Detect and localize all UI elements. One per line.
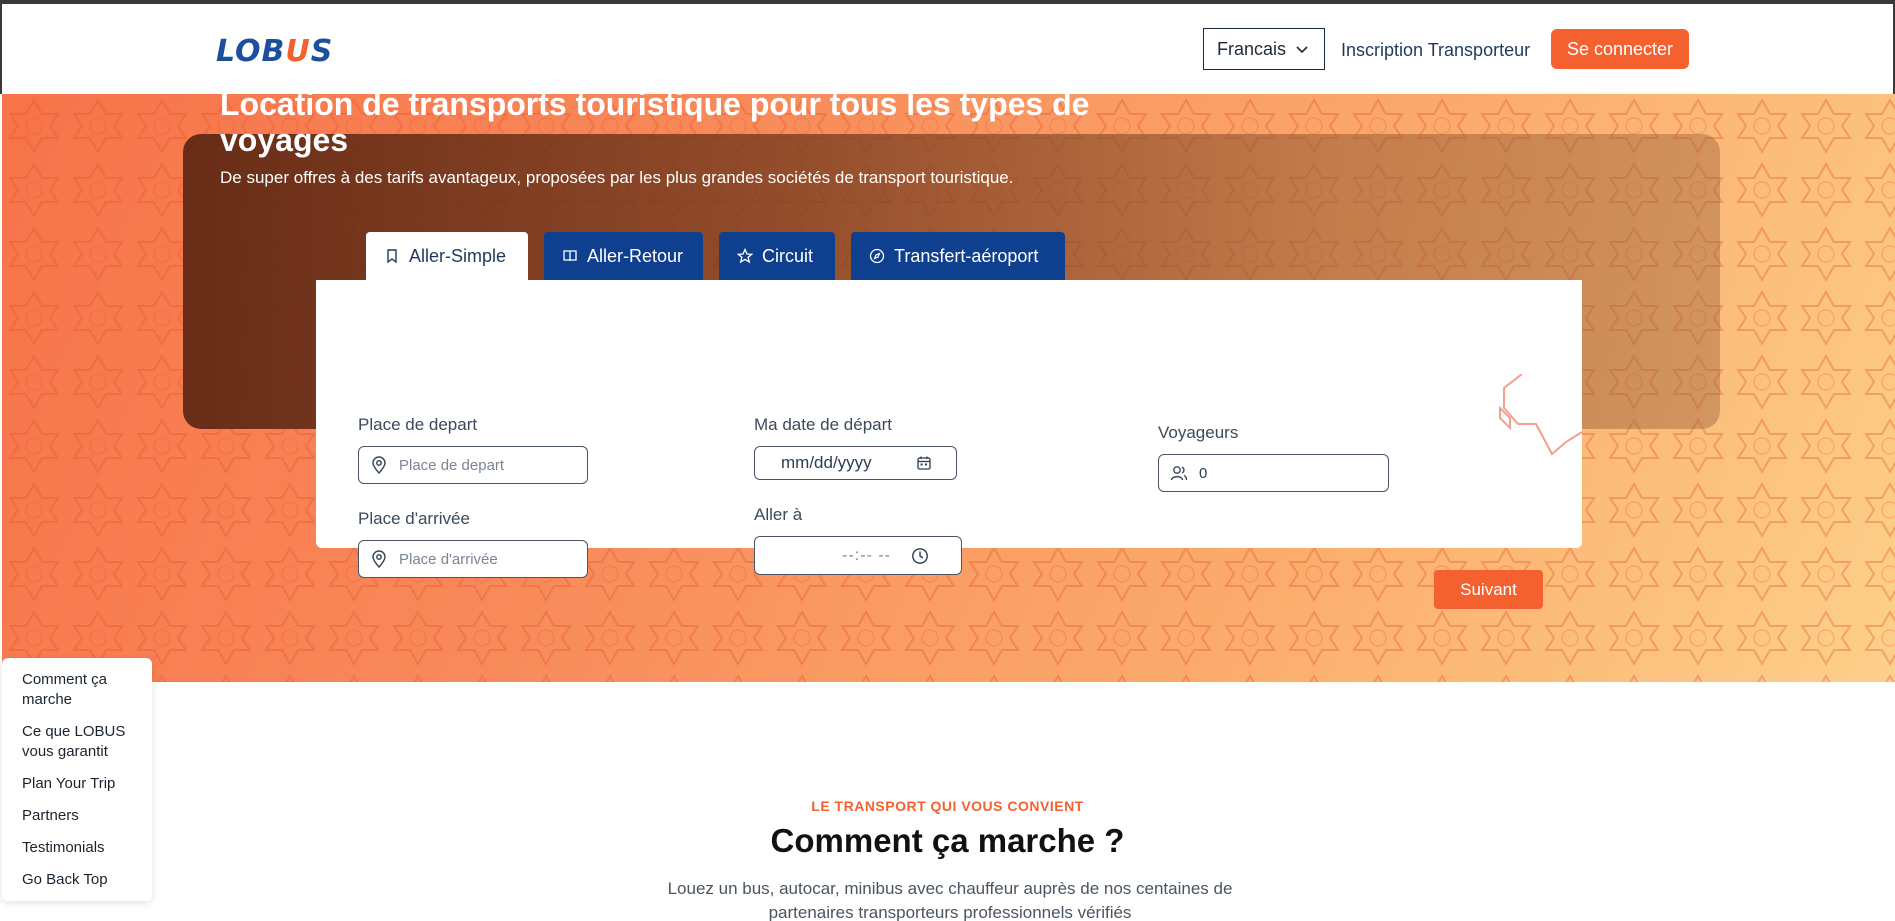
section-eyebrow: LE TRANSPORT QUI VOUS CONVIENT (811, 798, 1084, 814)
login-button[interactable]: Se connecter (1551, 29, 1689, 69)
tab-label: Aller-Simple (409, 245, 507, 266)
departure-label: Place de depart (358, 415, 478, 434)
section-side-nav: Comment ça marche Ce que LOBUS vous gara… (2, 658, 152, 901)
date-input[interactable]: mm/dd/yyyy (754, 446, 957, 480)
book-icon (563, 250, 577, 262)
site-header: LOBUS Francais Inscription Transporteur … (0, 4, 1895, 94)
hero-title: Location de transports touristique pour … (220, 86, 1090, 158)
next-button[interactable]: Suivant (1434, 570, 1543, 609)
decorative-corner-ornament (1499, 374, 1583, 456)
date-placeholder: mm/dd/yyyy (781, 453, 872, 472)
users-icon (1170, 466, 1188, 481)
tab-label: Aller-Retour (587, 245, 684, 266)
chevron-down-icon (1296, 46, 1308, 54)
side-nav-comment-ca-marche[interactable]: Comment ça marche (22, 670, 147, 710)
booking-form-card (316, 280, 1582, 548)
time-placeholder: --:-- -- (842, 546, 891, 564)
language-value: Francais (1217, 38, 1287, 59)
carrier-signup-link[interactable]: Inscription Transporteur (1341, 40, 1530, 61)
map-pin-icon (372, 456, 386, 475)
side-nav-guarantees[interactable]: Ce que LOBUS vous garantit (22, 722, 147, 762)
section-title: Comment ça marche ? (770, 822, 1125, 859)
tab-label: Circuit (762, 245, 814, 266)
section-description: Louez un bus, autocar, minibus avec chau… (667, 879, 1233, 921)
map-pin-icon (372, 550, 386, 569)
travelers-input[interactable]: 0 (1158, 454, 1389, 492)
arrival-label: Place d'arrivée (358, 509, 470, 528)
tab-transfert-aeroport[interactable]: Transfert-aéroport (851, 232, 1065, 280)
tab-aller-retour[interactable]: Aller-Retour (544, 232, 703, 280)
date-label: Ma date de départ (754, 415, 892, 434)
side-nav-go-back-top[interactable]: Go Back Top (22, 870, 147, 890)
departure-placeholder: Place de depart (399, 456, 505, 474)
arrival-placeholder: Place d'arrivée (399, 550, 498, 568)
lobus-logo[interactable]: LOBUS (216, 34, 333, 69)
bookmark-icon (387, 249, 397, 264)
compass-icon (869, 248, 885, 264)
hero-subtitle: De super offres à des tarifs avantageux,… (220, 168, 1014, 187)
tab-aller-simple[interactable]: Aller-Simple (366, 232, 528, 280)
time-label: Aller à (754, 505, 803, 524)
arrival-input[interactable]: Place d'arrivée (358, 540, 588, 578)
time-input[interactable]: --:-- -- (754, 536, 962, 575)
star-icon (737, 248, 753, 264)
tab-label: Transfert-aéroport (894, 245, 1039, 266)
side-nav-plan-your-trip[interactable]: Plan Your Trip (22, 774, 147, 794)
travelers-label: Voyageurs (1158, 423, 1239, 442)
travelers-value: 0 (1199, 464, 1208, 482)
language-select[interactable]: Francais (1203, 28, 1325, 70)
clock-icon[interactable] (911, 547, 929, 565)
calendar-icon[interactable] (916, 455, 932, 471)
tab-circuit[interactable]: Circuit (719, 232, 835, 280)
departure-input[interactable]: Place de depart (358, 446, 588, 484)
